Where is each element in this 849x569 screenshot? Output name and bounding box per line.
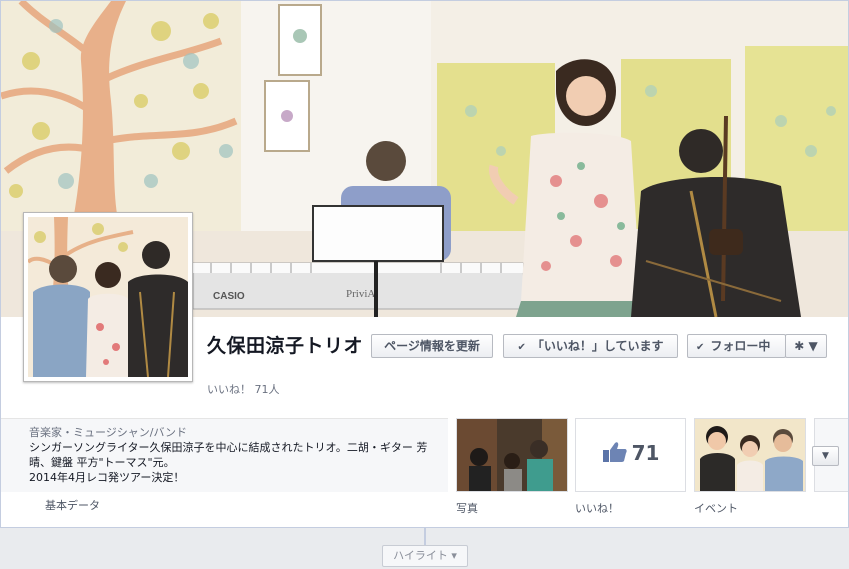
- page-title[interactable]: 久保田涼子トリオ: [207, 334, 367, 358]
- following-label: フォロー中: [710, 339, 771, 353]
- page-header: CASIO PriviA 久保田涼子トリオ いいね！ 71人 ページ情報を更新 …: [0, 0, 849, 528]
- likes-app-label[interactable]: いいね！: [575, 500, 619, 516]
- likes-app-tile[interactable]: 71: [575, 418, 686, 492]
- page-announcement: 2014年4月レコ発ツアー決定！: [29, 471, 185, 484]
- likes-count-value: 71: [631, 441, 660, 465]
- thumbs-up-icon: [602, 442, 627, 462]
- gear-dropdown-button[interactable]: ✱ ▼: [785, 334, 827, 358]
- likes-summary[interactable]: いいね！ 71人: [207, 381, 280, 397]
- keyboard-brand: CASIO: [213, 291, 245, 302]
- profile-picture[interactable]: [23, 212, 193, 382]
- checkmark-icon: ✔: [517, 342, 526, 353]
- following-button[interactable]: ✔ フォロー中: [687, 334, 786, 358]
- timeline-connector: [424, 528, 426, 546]
- keyboard-model: PriviA: [346, 288, 375, 300]
- gear-icon: ✱ ▼: [794, 339, 818, 353]
- liked-button[interactable]: ✔ 「いいね！」しています: [503, 334, 678, 358]
- chevron-down-icon: ▼: [822, 451, 829, 461]
- checkmark-icon: ✔: [696, 342, 705, 353]
- basic-data-link[interactable]: 基本データ: [45, 497, 100, 513]
- highlights-dropdown[interactable]: ハイライト ▾: [382, 545, 468, 567]
- photos-app-label[interactable]: 写真: [456, 500, 478, 516]
- page-category[interactable]: 音楽家・ミュージシャン/バンド: [29, 425, 438, 440]
- events-app-tile[interactable]: [694, 418, 806, 492]
- liked-label: 「いいね！」しています: [531, 339, 664, 353]
- events-app-label[interactable]: イベント: [694, 500, 738, 516]
- likes-count-display: 71: [576, 441, 685, 465]
- photos-app-tile[interactable]: [456, 418, 568, 492]
- update-page-info-button[interactable]: ページ情報を更新: [371, 334, 493, 358]
- about-section: 音楽家・ミュージシャン/バンド シンガーソングライター久保田涼子を中心に結成され…: [1, 418, 448, 492]
- more-apps-button[interactable]: ▼: [812, 446, 839, 466]
- page-description: シンガーソングライター久保田涼子を中心に結成されたトリオ。二胡・ギター 芳晴、鍵…: [29, 441, 428, 469]
